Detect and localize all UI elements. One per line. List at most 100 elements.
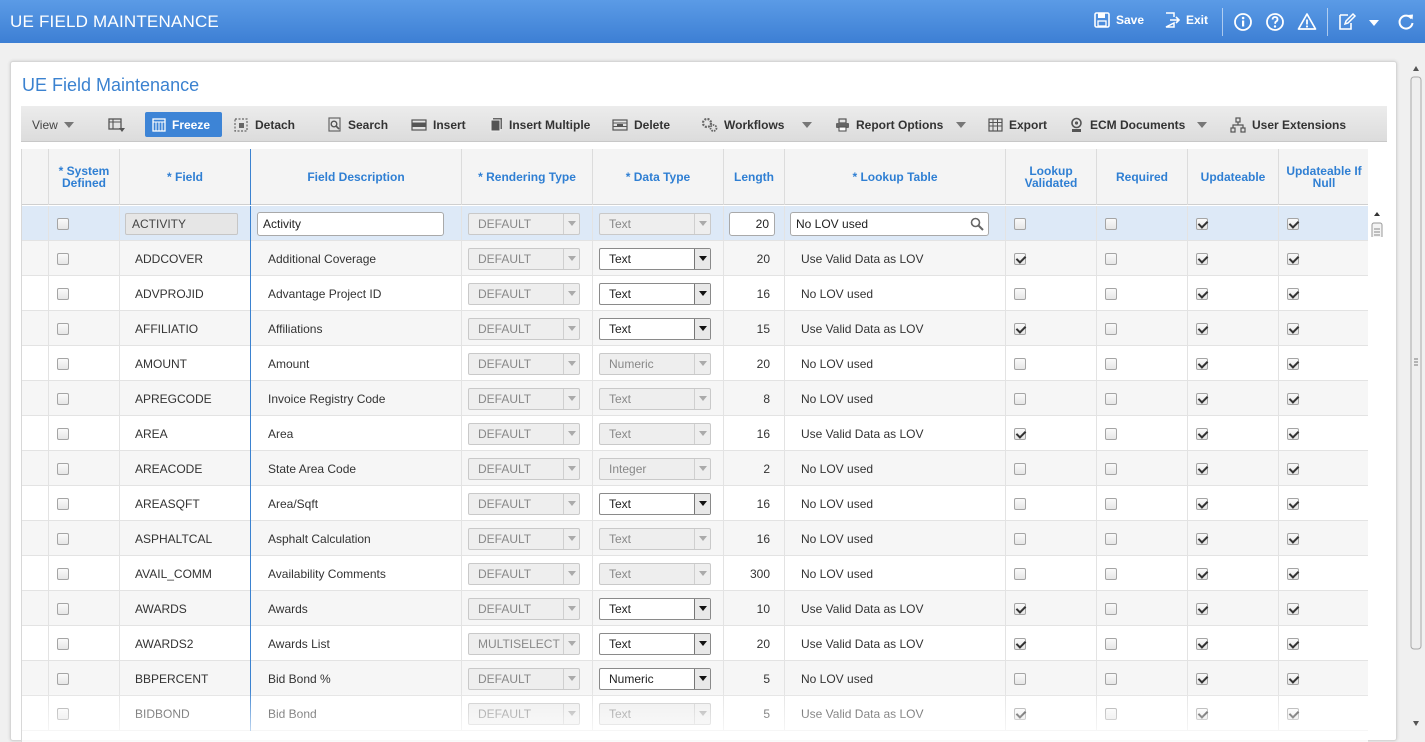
required-checkbox[interactable] bbox=[1105, 637, 1117, 650]
table-row[interactable]: AFFILIATIO Affiliations DEFAULT Text 15 … bbox=[22, 311, 1368, 346]
header-updateable-if-null[interactable]: Updateable If Null bbox=[1279, 149, 1368, 205]
exit-button[interactable]: Exit bbox=[1164, 12, 1208, 28]
row-selector[interactable] bbox=[22, 521, 49, 556]
warning-icon[interactable] bbox=[1297, 12, 1317, 32]
required-checkbox[interactable] bbox=[1105, 252, 1117, 265]
updateable-if-null-checkbox[interactable] bbox=[1287, 322, 1299, 335]
header-field[interactable]: * Field bbox=[120, 149, 251, 205]
required-checkbox[interactable] bbox=[1105, 322, 1117, 335]
data-type-select[interactable]: Text bbox=[599, 597, 711, 620]
system-defined-checkbox[interactable] bbox=[57, 672, 69, 685]
row-selector[interactable] bbox=[22, 451, 49, 486]
required-checkbox[interactable] bbox=[1105, 287, 1117, 300]
updateable-if-null-checkbox[interactable] bbox=[1287, 427, 1299, 440]
required-checkbox[interactable] bbox=[1105, 217, 1117, 230]
lookup-validated-checkbox[interactable] bbox=[1014, 707, 1026, 720]
export-button[interactable]: Export bbox=[981, 112, 1054, 137]
updateable-if-null-checkbox[interactable] bbox=[1287, 637, 1299, 650]
row-selector[interactable] bbox=[22, 556, 49, 591]
lookup-validated-checkbox[interactable] bbox=[1014, 567, 1026, 580]
grid-scrollbar[interactable] bbox=[1369, 147, 1385, 727]
lookup-validated-checkbox[interactable] bbox=[1014, 532, 1026, 545]
table-row[interactable]: AREA Area DEFAULT Text 16 Use Valid Data… bbox=[22, 416, 1368, 451]
edit-icon[interactable] bbox=[1337, 12, 1357, 32]
workflows-dropdown[interactable] bbox=[795, 112, 819, 137]
field-description-input[interactable]: Activity bbox=[257, 211, 444, 236]
system-defined-checkbox[interactable] bbox=[57, 252, 69, 265]
updateable-checkbox[interactable] bbox=[1196, 462, 1208, 475]
lookup-validated-checkbox[interactable] bbox=[1014, 287, 1026, 300]
row-selector[interactable] bbox=[22, 591, 49, 626]
required-checkbox[interactable] bbox=[1105, 602, 1117, 615]
updateable-if-null-checkbox[interactable] bbox=[1287, 567, 1299, 580]
system-defined-checkbox[interactable] bbox=[57, 217, 69, 230]
row-selector[interactable] bbox=[22, 346, 49, 381]
updateable-if-null-checkbox[interactable] bbox=[1287, 357, 1299, 370]
freeze-button[interactable]: Freeze bbox=[145, 112, 222, 137]
required-checkbox[interactable] bbox=[1105, 462, 1117, 475]
updateable-checkbox[interactable] bbox=[1196, 357, 1208, 370]
row-selector[interactable] bbox=[22, 626, 49, 661]
updateable-if-null-checkbox[interactable] bbox=[1287, 532, 1299, 545]
data-type-select[interactable]: Text bbox=[599, 282, 711, 305]
system-defined-checkbox[interactable] bbox=[57, 287, 69, 300]
chevron-down-icon[interactable] bbox=[1364, 12, 1384, 32]
row-selector[interactable] bbox=[22, 241, 49, 276]
system-defined-checkbox[interactable] bbox=[57, 707, 69, 720]
updateable-if-null-checkbox[interactable] bbox=[1287, 392, 1299, 405]
row-selector[interactable] bbox=[22, 416, 49, 451]
table-row[interactable]: ADDCOVER Additional Coverage DEFAULT Tex… bbox=[22, 241, 1368, 276]
lookup-validated-checkbox[interactable] bbox=[1014, 252, 1026, 265]
data-type-select[interactable]: Text bbox=[599, 492, 711, 515]
table-row[interactable]: AVAIL_COMM Availability Comments DEFAULT… bbox=[22, 556, 1368, 591]
data-type-select[interactable]: Text bbox=[599, 247, 711, 270]
required-checkbox[interactable] bbox=[1105, 497, 1117, 510]
search-icon[interactable] bbox=[970, 217, 984, 231]
lookup-validated-checkbox[interactable] bbox=[1014, 462, 1026, 475]
report-options-button[interactable]: Report Options bbox=[828, 112, 950, 137]
updateable-checkbox[interactable] bbox=[1196, 672, 1208, 685]
updateable-if-null-checkbox[interactable] bbox=[1287, 497, 1299, 510]
refresh-icon[interactable] bbox=[1396, 12, 1416, 32]
row-selector[interactable] bbox=[22, 276, 49, 311]
row-selector[interactable] bbox=[22, 381, 49, 416]
lookup-validated-checkbox[interactable] bbox=[1014, 497, 1026, 510]
insert-button[interactable]: Insert bbox=[404, 112, 473, 137]
updateable-checkbox[interactable] bbox=[1196, 217, 1208, 230]
system-defined-checkbox[interactable] bbox=[57, 392, 69, 405]
system-defined-checkbox[interactable] bbox=[57, 532, 69, 545]
insert-multiple-button[interactable]: Insert Multiple bbox=[483, 112, 597, 137]
lookup-validated-checkbox[interactable] bbox=[1014, 672, 1026, 685]
updateable-checkbox[interactable] bbox=[1196, 497, 1208, 510]
required-checkbox[interactable] bbox=[1105, 357, 1117, 370]
header-length[interactable]: Length bbox=[724, 149, 785, 205]
row-selector[interactable] bbox=[22, 486, 49, 521]
help-icon[interactable] bbox=[1265, 12, 1285, 32]
system-defined-checkbox[interactable] bbox=[57, 357, 69, 370]
row-selector[interactable] bbox=[22, 311, 49, 346]
updateable-checkbox[interactable] bbox=[1196, 637, 1208, 650]
data-type-select[interactable]: Numeric bbox=[599, 667, 711, 690]
lookup-validated-checkbox[interactable] bbox=[1014, 602, 1026, 615]
view-menu[interactable]: View bbox=[25, 112, 81, 137]
table-row[interactable]: ADVPROJID Advantage Project ID DEFAULT T… bbox=[22, 276, 1368, 311]
table-row[interactable]: APREGCODE Invoice Registry Code DEFAULT … bbox=[22, 381, 1368, 416]
search-button[interactable]: Search bbox=[321, 112, 395, 137]
required-checkbox[interactable] bbox=[1105, 672, 1117, 685]
updateable-if-null-checkbox[interactable] bbox=[1287, 672, 1299, 685]
save-button[interactable]: Save bbox=[1094, 12, 1144, 28]
header-lookup-validated[interactable]: Lookup Validated bbox=[1006, 149, 1097, 205]
table-row[interactable]: ACTIVITY Activity DEFAULT Text 20 No LOV… bbox=[22, 206, 1368, 241]
updateable-if-null-checkbox[interactable] bbox=[1287, 707, 1299, 720]
lookup-validated-checkbox[interactable] bbox=[1014, 637, 1026, 650]
system-defined-checkbox[interactable] bbox=[57, 322, 69, 335]
delete-button[interactable]: Delete bbox=[605, 112, 677, 137]
row-selector[interactable] bbox=[22, 661, 49, 696]
required-checkbox[interactable] bbox=[1105, 707, 1117, 720]
lookup-validated-checkbox[interactable] bbox=[1014, 217, 1026, 230]
updateable-if-null-checkbox[interactable] bbox=[1287, 252, 1299, 265]
updateable-checkbox[interactable] bbox=[1196, 532, 1208, 545]
header-data-type[interactable]: * Data Type bbox=[593, 149, 724, 205]
lookup-validated-checkbox[interactable] bbox=[1014, 322, 1026, 335]
header-required[interactable]: Required bbox=[1097, 149, 1188, 205]
